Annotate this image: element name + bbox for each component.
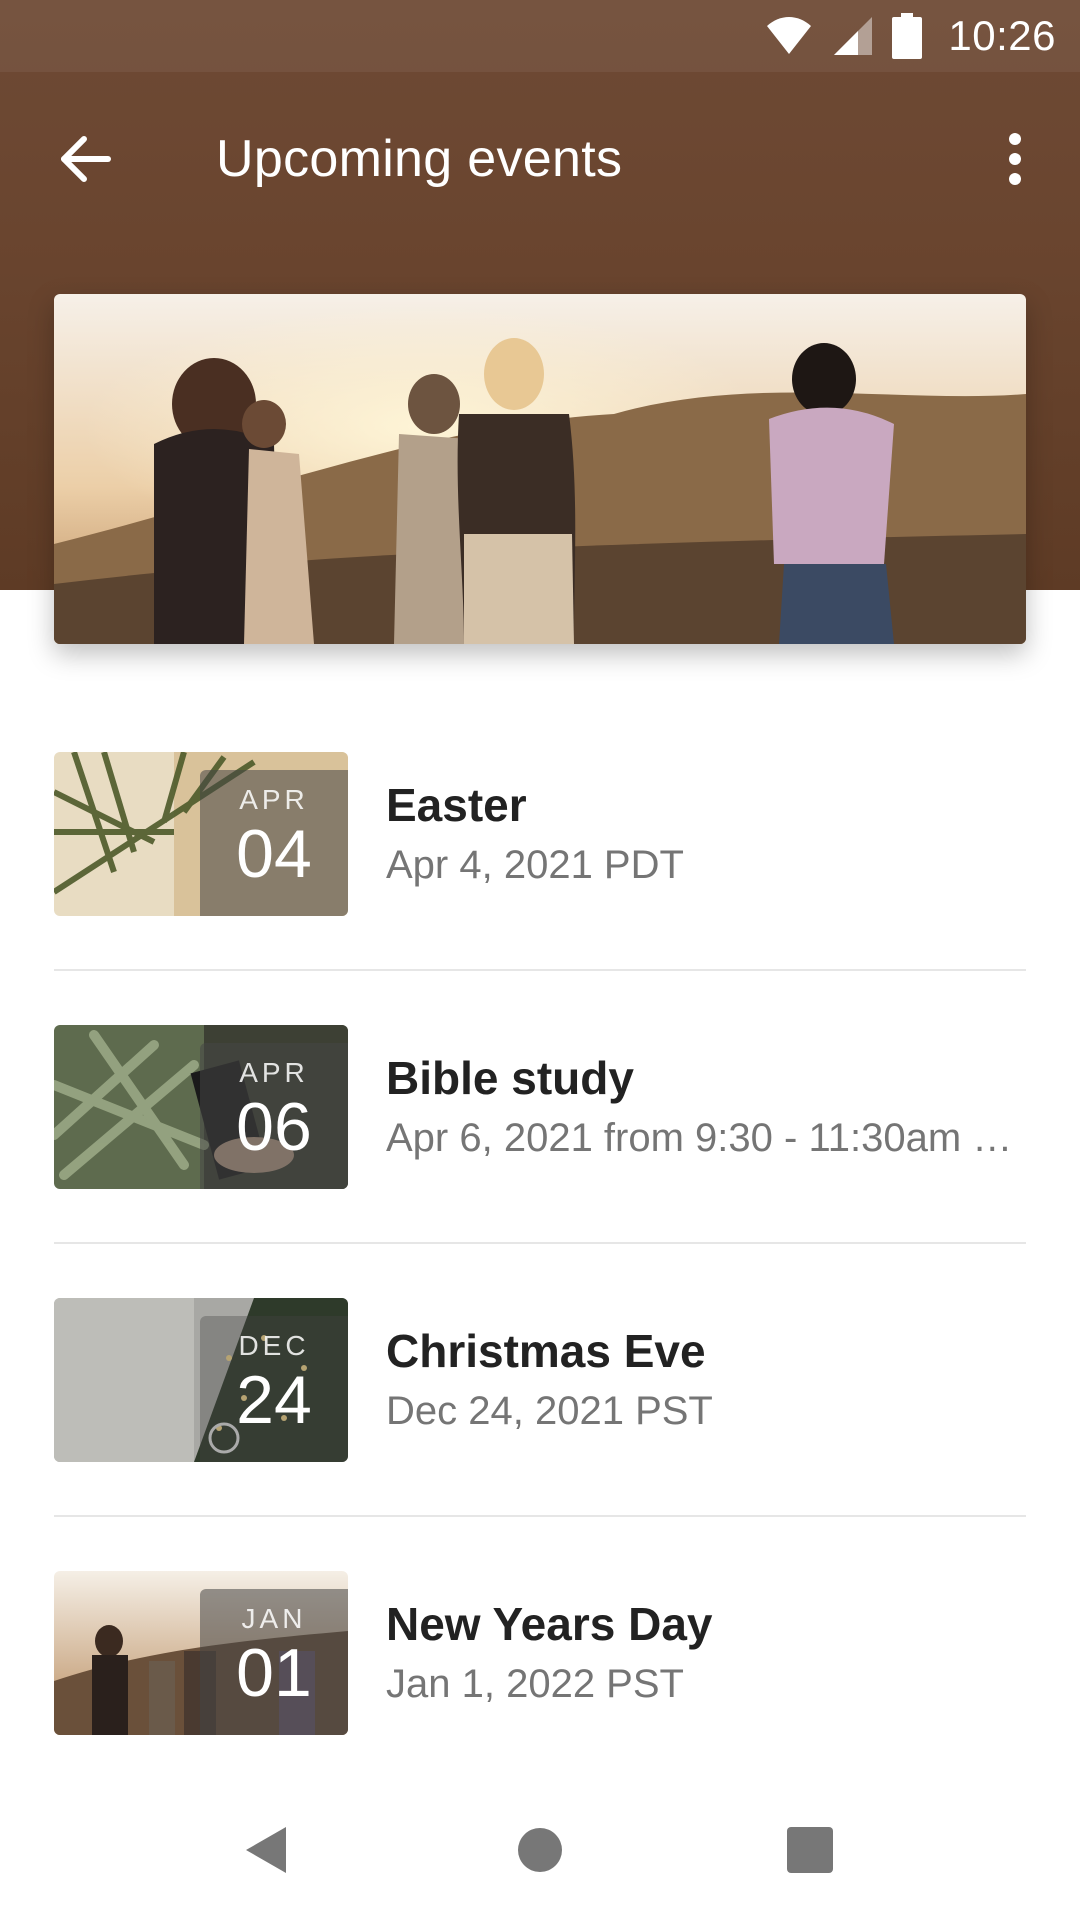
date-badge: JAN 01 bbox=[200, 1589, 348, 1735]
signal-icon bbox=[834, 17, 873, 55]
event-thumbnail: DEC 24 bbox=[54, 1298, 348, 1462]
event-text: New Years Day Jan 1, 2022 PST bbox=[386, 1596, 1026, 1710]
back-button[interactable] bbox=[50, 124, 120, 194]
event-thumbnail: APR 06 bbox=[54, 1025, 348, 1189]
date-day: 24 bbox=[236, 1362, 312, 1438]
page-title: Upcoming events bbox=[216, 130, 623, 188]
more-vert-icon bbox=[1009, 133, 1021, 185]
event-date: Apr 4, 2021 PDT bbox=[386, 843, 684, 887]
event-thumbnail: APR 04 bbox=[54, 752, 348, 916]
nav-back-button[interactable] bbox=[226, 1810, 306, 1890]
event-row-easter[interactable]: APR 04 Easter Apr 4, 2021 PDT bbox=[54, 752, 1026, 971]
date-badge: APR 06 bbox=[200, 1043, 348, 1189]
battery-icon bbox=[892, 13, 923, 59]
arrow-back-icon bbox=[61, 136, 111, 182]
system-nav-bar bbox=[0, 1780, 1080, 1920]
date-day: 01 bbox=[236, 1635, 312, 1711]
nav-home-button[interactable] bbox=[500, 1810, 580, 1890]
date-month: JAN bbox=[241, 1603, 307, 1634]
status-icons: 10:26 bbox=[766, 12, 1056, 60]
status-bar: 10:26 bbox=[0, 0, 1080, 72]
date-badge: APR 04 bbox=[200, 770, 348, 916]
hero-image bbox=[54, 294, 1026, 644]
date-badge: DEC 24 bbox=[200, 1316, 348, 1462]
date-day: 06 bbox=[236, 1089, 312, 1165]
event-text: Christmas Eve Dec 24, 2021 PST bbox=[386, 1323, 1026, 1437]
event-row-bible-study[interactable]: APR 06 Bible study Apr 6, 2021 from 9:30… bbox=[54, 1025, 1026, 1244]
screen: 10:26 Upcoming events APR 04 Easter Apr … bbox=[0, 0, 1080, 1920]
event-title: Christmas Eve bbox=[386, 1325, 706, 1377]
wifi-icon bbox=[767, 17, 812, 54]
event-text: Easter Apr 4, 2021 PDT bbox=[386, 777, 1026, 891]
event-title: Easter bbox=[386, 779, 527, 831]
event-date: Jan 1, 2022 PST bbox=[386, 1662, 684, 1706]
more-options-button[interactable] bbox=[990, 124, 1040, 194]
date-month: APR bbox=[239, 1057, 309, 1088]
nav-recents-button[interactable] bbox=[770, 1810, 850, 1890]
event-row-christmas-eve[interactable]: DEC 24 Christmas Eve Dec 24, 2021 PST bbox=[54, 1298, 1026, 1517]
status-time: 10:26 bbox=[948, 12, 1056, 59]
event-title: Bible study bbox=[386, 1052, 634, 1104]
event-text: Bible study Apr 6, 2021 from 9:30 - 11:3… bbox=[386, 1050, 1026, 1164]
divider bbox=[54, 969, 1026, 971]
date-month: DEC bbox=[238, 1330, 310, 1361]
divider bbox=[54, 1515, 1026, 1517]
back-triangle-icon bbox=[246, 1827, 286, 1873]
home-circle-icon bbox=[518, 1828, 562, 1872]
event-row-new-years-day[interactable]: JAN 01 New Years Day Jan 1, 2022 PST bbox=[54, 1571, 1026, 1735]
event-date: Apr 6, 2021 from 9:30 - 11:30am PDT bbox=[386, 1116, 1026, 1160]
event-title: New Years Day bbox=[386, 1598, 713, 1650]
event-thumbnail: JAN 01 bbox=[54, 1571, 348, 1735]
recents-square-icon bbox=[787, 1827, 833, 1873]
event-date: Dec 24, 2021 PST bbox=[386, 1389, 713, 1433]
event-list: APR 04 Easter Apr 4, 2021 PDT APR 06 Bib… bbox=[54, 752, 1026, 1844]
app-bar: Upcoming events bbox=[0, 72, 1080, 242]
divider bbox=[54, 1242, 1026, 1244]
date-month: APR bbox=[239, 784, 309, 815]
date-day: 04 bbox=[236, 816, 312, 892]
